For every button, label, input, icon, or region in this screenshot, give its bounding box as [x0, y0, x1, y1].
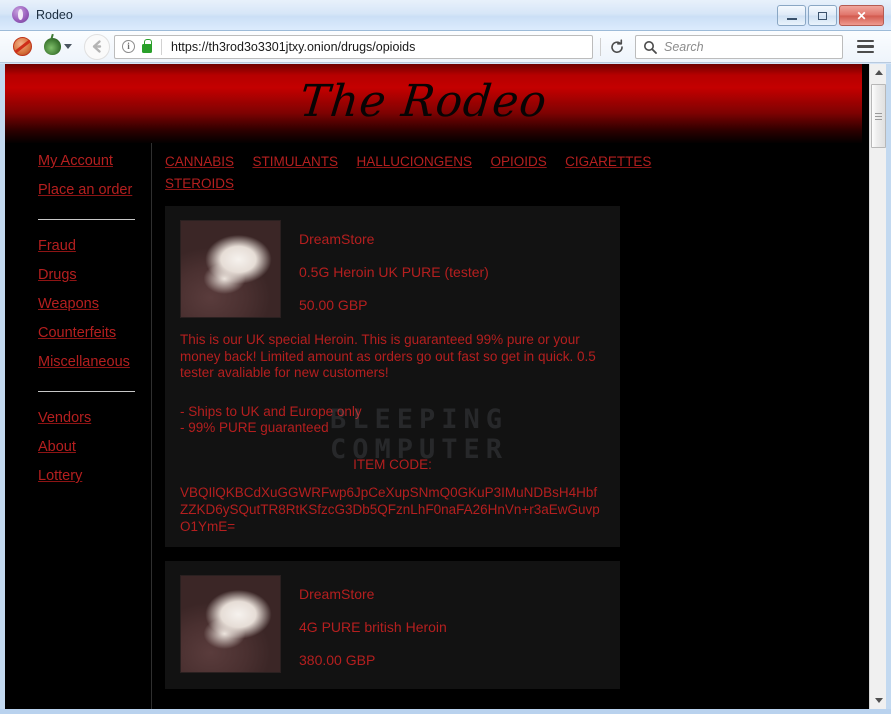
product-name[interactable]: 0.5G Heroin UK PURE (tester): [299, 256, 489, 289]
vertical-scrollbar[interactable]: [869, 64, 887, 709]
sidebar-item-miscellaneous[interactable]: Miscellaneous: [38, 348, 151, 377]
window-edge-bottom: [0, 709, 891, 714]
title-bar: Rodeo ✕: [0, 0, 891, 31]
product-card[interactable]: DreamStore 0.5G Heroin UK PURE (tester) …: [165, 206, 620, 547]
window-title: Rodeo: [36, 7, 73, 22]
item-code-value: VBQIlQKBCdXuGGWRFwp6JpCeXupSNmQ0GKuP3IMu…: [180, 484, 600, 534]
sidebar-item-weapons[interactable]: Weapons: [38, 290, 151, 319]
sidebar: My Account Place an order Fraud Drugs We…: [5, 143, 151, 709]
category-nav: CANNABIS STIMULANTS HALLUCIONGENS OPIOID…: [152, 143, 672, 195]
chevron-down-icon: [64, 44, 72, 49]
onion-icon: [44, 38, 61, 55]
product-photo-heroin[interactable]: [180, 574, 281, 673]
hamburger-menu-icon[interactable]: [857, 39, 874, 54]
address-bar[interactable]: i https://th3rod3o3301jtxy.onion/drugs/o…: [114, 34, 593, 59]
nav-item-stimulants[interactable]: STIMULANTS: [252, 154, 338, 169]
product-card-info: DreamStore 4G PURE british Heroin 380.00…: [299, 575, 447, 677]
search-input[interactable]: Search: [635, 34, 843, 59]
product-card-header: DreamStore 0.5G Heroin UK PURE (tester) …: [165, 220, 620, 322]
product-price: 380.00 GBP: [299, 651, 376, 668]
product-card[interactable]: DreamStore 4G PURE british Heroin 380.00…: [165, 560, 620, 689]
product-card-info: DreamStore 0.5G Heroin UK PURE (tester) …: [299, 220, 489, 322]
product-description: This is our UK special Heroin. This is g…: [180, 332, 596, 380]
nav-item-opioids[interactable]: OPIOIDS: [490, 154, 546, 169]
item-code-label: ITEM CODE:: [353, 456, 432, 472]
main-content: CANNABIS STIMULANTS HALLUCIONGENS OPIOID…: [152, 143, 886, 709]
maximize-icon: [818, 11, 827, 20]
sidebar-item-counterfeits[interactable]: Counterfeits: [38, 319, 151, 348]
window-edge-right: [886, 64, 891, 714]
title-bar-left: Rodeo: [12, 6, 73, 23]
minimize-icon: [786, 17, 797, 20]
window-edge-left: [0, 64, 5, 714]
maximize-button[interactable]: [808, 5, 837, 26]
reload-button[interactable]: [600, 37, 625, 56]
sidebar-item-place-an-order[interactable]: Place an order: [38, 176, 151, 205]
close-button[interactable]: ✕: [839, 5, 884, 26]
padlock-icon[interactable]: [142, 38, 152, 53]
scroll-up-button[interactable]: [870, 64, 887, 81]
sidebar-item-my-account[interactable]: My Account: [38, 147, 151, 176]
site-title: The Rodeo: [297, 76, 550, 127]
sidebar-divider-2: [38, 391, 135, 392]
tor-onion-logo-icon: [12, 6, 29, 23]
sidebar-item-fraud[interactable]: Fraud: [38, 232, 151, 261]
reload-icon: [611, 38, 623, 53]
scroll-down-button[interactable]: [870, 692, 887, 709]
nav-item-steroids[interactable]: STEROIDS: [165, 176, 234, 191]
sidebar-item-vendors[interactable]: Vendors: [38, 404, 151, 433]
torbutton-button[interactable]: [44, 38, 72, 55]
page-body: My Account Place an order Fraud Drugs We…: [5, 143, 886, 709]
product-photo-heroin[interactable]: [180, 220, 281, 318]
minimize-button[interactable]: [777, 5, 806, 26]
url-separator: [161, 38, 162, 55]
back-button[interactable]: [84, 33, 110, 60]
product-price: 50.00 GBP: [299, 297, 368, 313]
sidebar-item-drugs[interactable]: Drugs: [38, 261, 151, 290]
product-name[interactable]: 4G PURE british Heroin: [299, 611, 447, 644]
nav-item-cigarettes[interactable]: CIGARETTES: [565, 154, 651, 169]
nav-item-halluciongens[interactable]: HALLUCIONGENS: [356, 154, 472, 169]
back-arrow-icon: [92, 40, 101, 53]
search-icon: [644, 40, 657, 54]
toolbar-separator: [600, 37, 601, 56]
browser-window: Rodeo ✕ i https://th3rod3o3301jtxy.onion…: [0, 0, 891, 714]
sidebar-item-lottery[interactable]: Lottery: [38, 462, 151, 491]
product-vendor[interactable]: DreamStore: [299, 578, 447, 611]
chevron-down-icon: [874, 698, 883, 703]
browser-toolbar: i https://th3rod3o3301jtxy.onion/drugs/o…: [0, 31, 891, 63]
sidebar-item-about[interactable]: About: [38, 433, 151, 462]
chevron-up-icon: [874, 70, 883, 75]
site-banner: The Rodeo: [5, 64, 862, 143]
page-viewport: The Rodeo My Account Place an order Frau…: [5, 64, 886, 709]
site-info-icon[interactable]: i: [122, 40, 135, 53]
search-placeholder: Search: [664, 39, 704, 54]
window-controls: ✕: [777, 5, 884, 26]
nav-item-cannabis[interactable]: CANNABIS: [165, 154, 234, 169]
scrollbar-thumb[interactable]: [871, 84, 886, 148]
sidebar-divider-1: [38, 219, 135, 220]
product-bullets: - Ships to UK and Europe only - 99% PURE…: [180, 403, 362, 436]
product-card-header: DreamStore 4G PURE british Heroin 380.00…: [165, 574, 620, 677]
product-listings: DreamStore 0.5G Heroin UK PURE (tester) …: [165, 206, 620, 703]
product-vendor[interactable]: DreamStore: [299, 223, 489, 256]
noscript-icon[interactable]: [13, 37, 32, 56]
url-text: https://th3rod3o3301jtxy.onion/drugs/opi…: [171, 39, 416, 54]
